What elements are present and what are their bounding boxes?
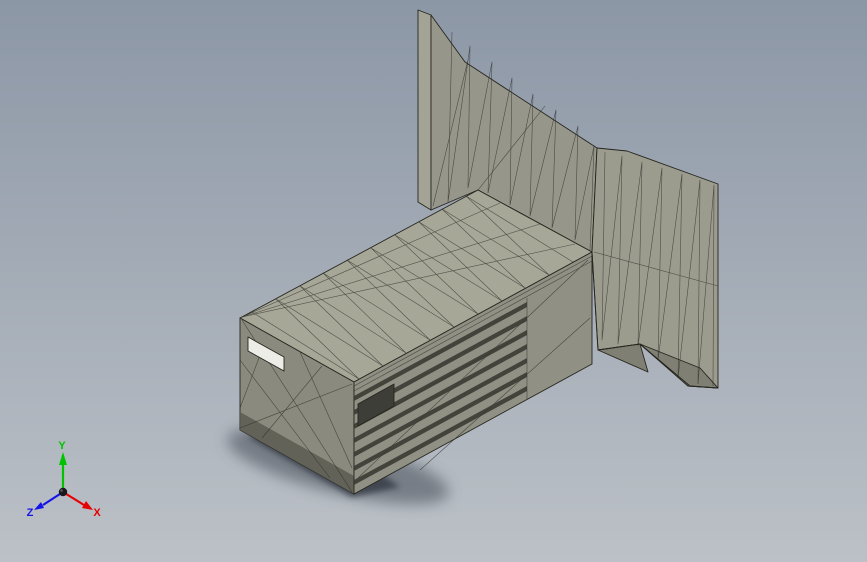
cad-viewport[interactable]: Y X Z [0,0,867,562]
viewport-canvas[interactable]: Y X Z [0,0,867,562]
triad-origin-highlight [60,489,63,492]
model-fin-edge-strip[interactable] [417,9,432,211]
y-axis-label: Y [58,440,66,452]
x-axis-label: X [93,507,101,519]
triad-origin-sphere [58,487,68,497]
z-axis-label: Z [27,507,34,519]
